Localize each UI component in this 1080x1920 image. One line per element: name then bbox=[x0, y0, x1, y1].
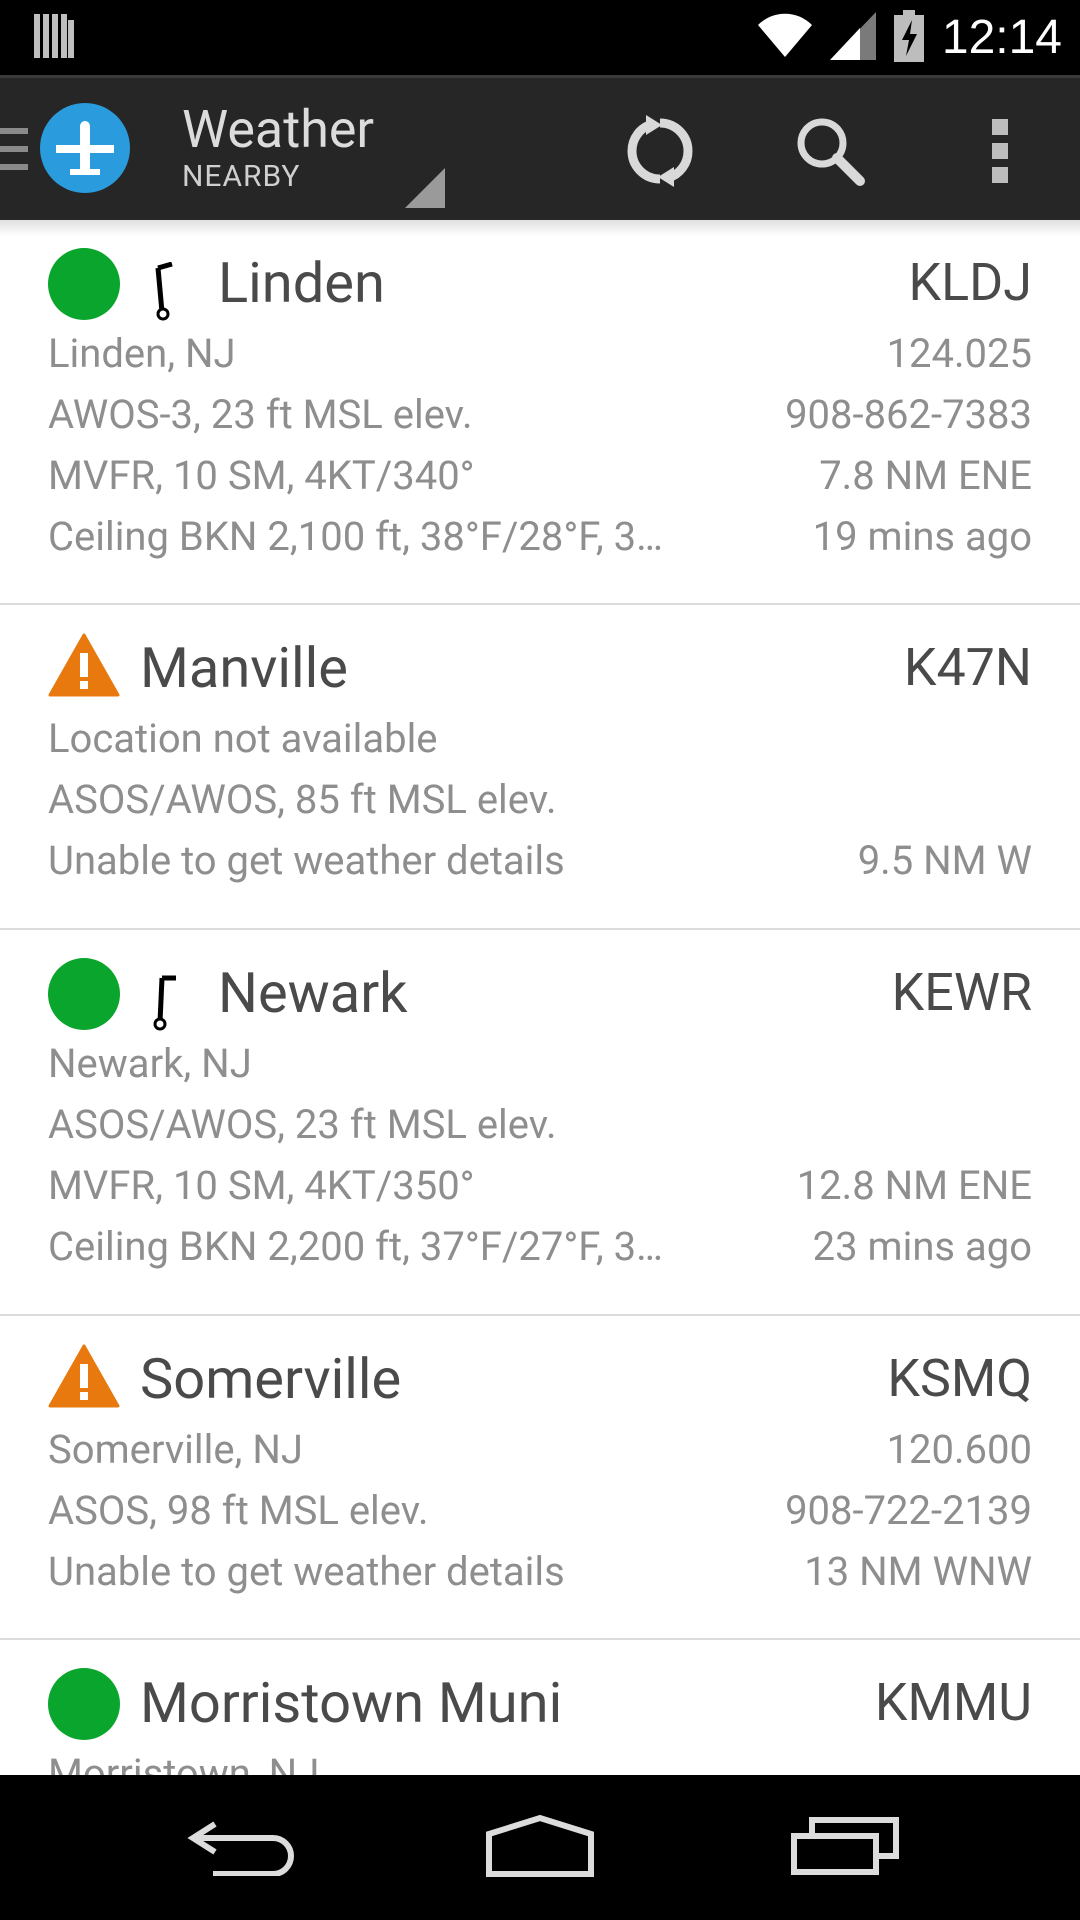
page-subtitle: NEARBY bbox=[182, 159, 301, 194]
wind-barb-icon bbox=[148, 972, 182, 1032]
detail-row: ASOS/AWOS, 23 ft MSL elev. bbox=[48, 1101, 557, 1148]
page-title: Weather bbox=[182, 99, 375, 160]
list-item[interactable]: Linden KLDJ Linden, NJ 124.025 AWOS-3, 23… bbox=[0, 220, 1080, 605]
warning-icon bbox=[48, 633, 120, 705]
station-name: Manville bbox=[140, 635, 348, 701]
back-icon bbox=[185, 1816, 295, 1880]
station-name: Linden bbox=[218, 250, 385, 316]
list-item[interactable]: Manville K47N Location not available ASO… bbox=[0, 605, 1080, 930]
wifi-icon bbox=[757, 13, 812, 63]
station-name: Somerville bbox=[140, 1346, 402, 1412]
list-item[interactable]: Newark KEWR Newark, NJ ASOS/AWOS, 23 ft … bbox=[0, 930, 1080, 1316]
recent-apps-icon bbox=[790, 1816, 900, 1880]
refresh-button[interactable] bbox=[605, 103, 715, 203]
station-ident: KEWR bbox=[891, 962, 1032, 1023]
wind-barb-icon bbox=[148, 261, 182, 322]
refresh-icon bbox=[622, 113, 698, 193]
detail-row: Location not available bbox=[48, 715, 438, 762]
home-button[interactable] bbox=[460, 1795, 620, 1900]
title-spinner[interactable]: Weather NEARBY bbox=[182, 100, 374, 194]
station-ident: KLDJ bbox=[908, 252, 1032, 313]
station-name: Newark bbox=[218, 960, 408, 1026]
detail-row: Morristown, NJ bbox=[48, 1750, 320, 1775]
detail-row: Newark, NJ bbox=[48, 1040, 252, 1087]
vfr-status-icon bbox=[48, 958, 120, 1030]
detail-row: Ceiling BKN 2,200 ft, 37°F/27°F, 3… 23 mi… bbox=[48, 1223, 1032, 1270]
status-bar: 12:14 bbox=[0, 0, 1080, 75]
navigation-bar bbox=[0, 1775, 1080, 1920]
detail-row: MVFR, 10 SM, 4KT/350° 12.8 NM ENE bbox=[48, 1162, 1032, 1209]
detail-row: Unable to get weather details 13 NM WNW bbox=[48, 1548, 1032, 1595]
station-ident: KSMQ bbox=[887, 1348, 1032, 1409]
airplane-app-icon[interactable] bbox=[40, 103, 130, 193]
search-icon bbox=[794, 115, 866, 191]
overflow-menu-button[interactable] bbox=[945, 103, 1055, 203]
recent-apps-button[interactable] bbox=[765, 1795, 925, 1900]
detail-row: ASOS/AWOS, 85 ft MSL elev. bbox=[48, 776, 557, 823]
detail-row: AWOS-3, 23 ft MSL elev. 908-862-7383 bbox=[48, 391, 1032, 438]
station-ident: KMMU bbox=[874, 1672, 1032, 1733]
back-button[interactable] bbox=[160, 1795, 320, 1900]
vfr-status-icon bbox=[48, 1668, 120, 1740]
clock: 12:14 bbox=[941, 11, 1062, 64]
detail-row: Linden, NJ 124.025 bbox=[48, 330, 1032, 377]
overflow-menu-icon bbox=[990, 119, 1010, 187]
cell-signal-icon bbox=[829, 12, 876, 64]
detail-row: Somerville, NJ 120.600 bbox=[48, 1426, 1032, 1473]
warning-icon bbox=[48, 1344, 120, 1416]
battery-charging-icon bbox=[893, 10, 924, 66]
detail-row: Ceiling BKN 2,100 ft, 38°F/28°F, 3… 19 mi… bbox=[48, 513, 1032, 560]
sd-card-icon bbox=[34, 14, 74, 62]
detail-row: MVFR, 10 SM, 4KT/340° 7.8 NM ENE bbox=[48, 452, 1032, 499]
station-ident: K47N bbox=[903, 637, 1032, 698]
spinner-triangle-icon bbox=[405, 168, 445, 212]
station-name: Morristown Muni bbox=[140, 1670, 563, 1736]
weather-station-list[interactable]: Linden KLDJ Linden, NJ 124.025 AWOS-3, 23… bbox=[0, 220, 1080, 1775]
list-item[interactable]: Morristown Muni KMMU Morristown, NJ bbox=[0, 1640, 1080, 1775]
action-bar: Weather NEARBY bbox=[0, 75, 1080, 220]
search-button[interactable] bbox=[775, 103, 885, 203]
detail-row: ASOS, 98 ft MSL elev. 908-722-2139 bbox=[48, 1487, 1032, 1534]
list-item[interactable]: Somerville KSMQ Somerville, NJ 120.600 AS… bbox=[0, 1316, 1080, 1640]
vfr-status-icon bbox=[48, 248, 120, 320]
home-icon bbox=[485, 1814, 595, 1882]
drawer-indicator-icon[interactable] bbox=[0, 128, 30, 174]
detail-row: Unable to get weather details 9.5 NM W bbox=[48, 837, 1032, 884]
